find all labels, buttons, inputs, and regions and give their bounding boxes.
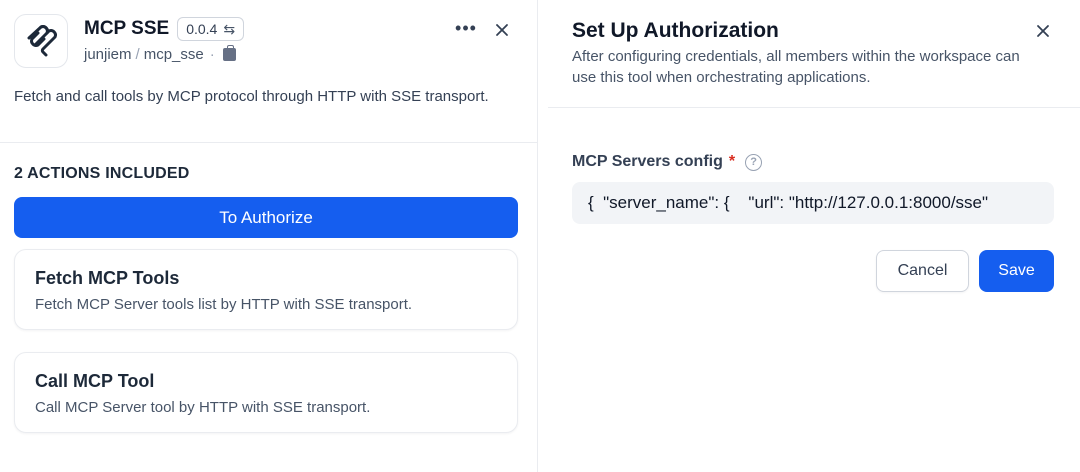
divider [548, 107, 1080, 108]
app-root: MCP SSE 0.0.4 ⇆ junjiem / mcp_sse · ••• … [0, 0, 1080, 472]
mcp-servers-config-input[interactable] [572, 182, 1054, 224]
package-name: mcp_sse [143, 45, 204, 63]
auth-panel-title: Set Up Authorization [572, 19, 779, 42]
more-dots-icon[interactable]: ••• [454, 18, 478, 42]
close-icon[interactable] [491, 19, 513, 41]
mcp-logo-icon [14, 14, 68, 68]
version-label: 0.0.4 [186, 21, 218, 37]
help-icon[interactable]: ? [745, 153, 763, 171]
action-name: Fetch MCP Tools [35, 268, 180, 288]
plugin-author-row: junjiem / mcp_sse · [84, 44, 236, 64]
path-separator: / [135, 45, 140, 63]
swap-arrows-icon: ⇆ [223, 21, 236, 37]
cancel-button[interactable]: Cancel [876, 250, 969, 292]
authorization-panel: Set Up Authorization After configuring c… [548, 0, 1080, 472]
actions-heading: 2 ACTIONS INCLUDED [14, 165, 190, 182]
field-label-row: MCP Servers config * ? [572, 151, 763, 173]
author-name: junjiem [84, 45, 132, 63]
package-icon [222, 44, 236, 61]
meta-dot: · [209, 45, 215, 63]
required-mark: * [728, 153, 736, 170]
auth-panel-subtitle: After configuring credentials, all membe… [572, 48, 1020, 86]
mcp-servers-config-label: MCP Servers config [572, 153, 723, 170]
save-button[interactable]: Save [979, 250, 1054, 292]
plugin-title-row: MCP SSE 0.0.4 ⇆ [84, 16, 245, 42]
action-name: Call MCP Tool [35, 371, 155, 391]
action-description: Fetch MCP Server tools list by HTTP with… [35, 296, 413, 313]
to-authorize-button[interactable]: To Authorize [14, 197, 518, 238]
version-switcher[interactable]: 0.0.4 ⇆ [177, 17, 245, 41]
plugin-detail-panel: MCP SSE 0.0.4 ⇆ junjiem / mcp_sse · ••• … [0, 0, 538, 472]
plugin-title: MCP SSE [84, 18, 170, 39]
divider [0, 142, 538, 143]
action-card-call-mcp-tool[interactable]: Call MCP Tool Call MCP Server tool by HT… [14, 352, 518, 433]
close-icon[interactable] [1032, 20, 1054, 42]
action-description: Call MCP Server tool by HTTP with SSE tr… [35, 399, 371, 416]
action-card-fetch-mcp-tools[interactable]: Fetch MCP Tools Fetch MCP Server tools l… [14, 249, 518, 330]
plugin-description: Fetch and call tools by MCP protocol thr… [14, 88, 489, 105]
